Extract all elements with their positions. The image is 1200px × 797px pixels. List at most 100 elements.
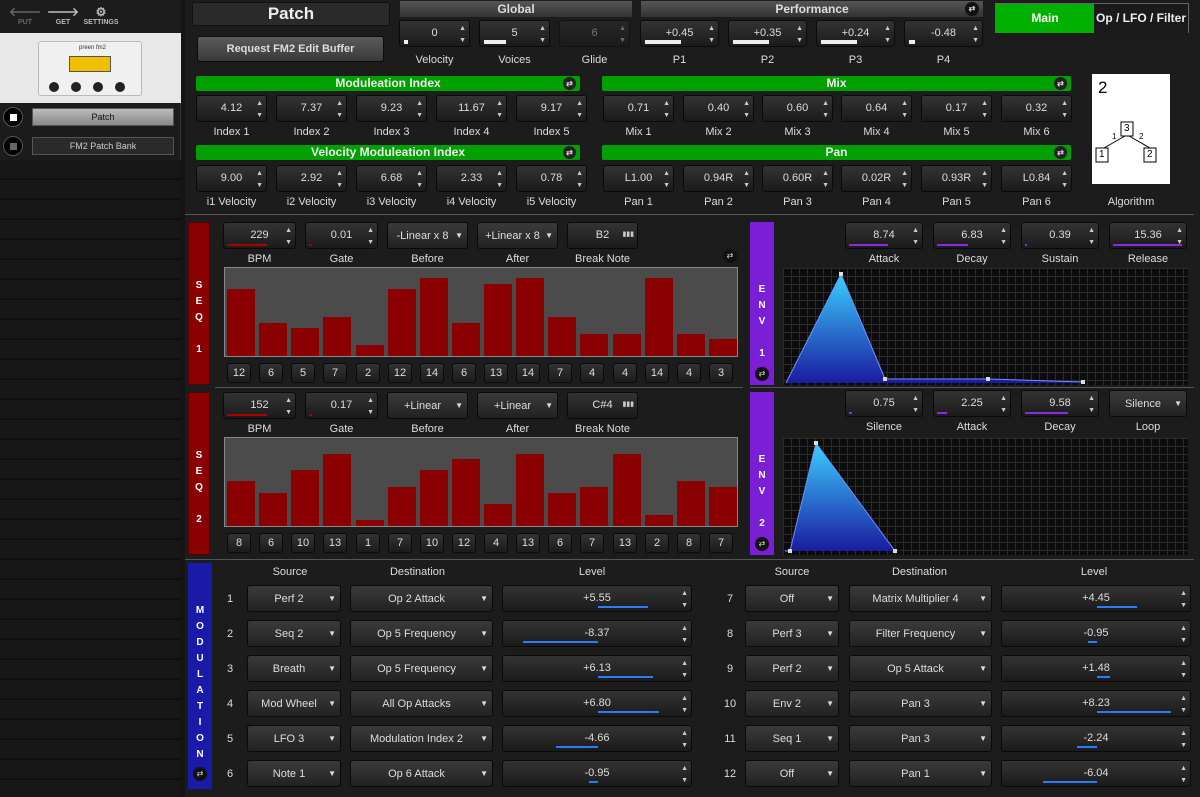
- mod_index-3[interactable]: 11.67 ▲ ▼: [436, 95, 507, 122]
- seq1-step-value[interactable]: 7: [323, 363, 347, 383]
- seq2-step-bar[interactable]: [452, 459, 480, 526]
- seq2-step-value[interactable]: 1: [356, 533, 380, 553]
- seq1-step-value[interactable]: 2: [356, 363, 380, 383]
- stepper-icon[interactable]: ▲ ▼: [336, 166, 343, 192]
- env2-decay[interactable]: 9.58 ▲ ▼: [1021, 390, 1099, 417]
- toggle-icon[interactable]: ⇄: [965, 2, 979, 16]
- seq2-step-value[interactable]: 7: [580, 533, 604, 553]
- mod-source-select[interactable]: Off ▼: [745, 760, 839, 787]
- mod-source-select[interactable]: Perf 2 ▼: [745, 655, 839, 682]
- stepper-icon[interactable]: ▲ ▼: [1180, 761, 1187, 787]
- seq1-step-value[interactable]: 14: [516, 363, 540, 383]
- seq1-step-bar[interactable]: [452, 323, 480, 356]
- mod-source-select[interactable]: Mod Wheel ▼: [247, 690, 341, 717]
- mix-0[interactable]: 0.71 ▲ ▼: [603, 95, 674, 122]
- mod-level[interactable]: +6.13 ▲ ▼: [502, 655, 692, 682]
- vel_index-0[interactable]: 9.00 ▲ ▼: [196, 165, 267, 192]
- toggle-icon[interactable]: ⇄: [755, 367, 769, 381]
- env2-loop[interactable]: Silence ▼: [1109, 390, 1187, 417]
- seq1-step-value[interactable]: 12: [227, 363, 251, 383]
- algorithm-diagram[interactable]: 2 3 1 1 2 2: [1092, 74, 1170, 184]
- mod-source-select[interactable]: Env 2 ▼: [745, 690, 839, 717]
- stepper-icon[interactable]: ▲ ▼: [416, 166, 423, 192]
- seq2-step-bar[interactable]: [323, 454, 351, 526]
- seq1-step-bar[interactable]: [323, 317, 351, 356]
- mix-1[interactable]: 0.40 ▲ ▼: [683, 95, 754, 122]
- toggle-icon[interactable]: ⇄: [755, 537, 769, 551]
- mod_index-2[interactable]: 9.23 ▲ ▼: [356, 95, 427, 122]
- tab-main[interactable]: Main: [996, 4, 1094, 33]
- stepper-icon[interactable]: ▮▮▮: [622, 223, 634, 247]
- seq2-step-bar[interactable]: [291, 470, 319, 526]
- stepper-icon[interactable]: ▲ ▼: [336, 96, 343, 122]
- mod-level[interactable]: -0.95 ▲ ▼: [502, 760, 692, 787]
- mod-destination-select[interactable]: Pan 3 ▼: [849, 690, 992, 717]
- mod-destination-select[interactable]: All Op Attacks ▼: [350, 690, 493, 717]
- seq1-break-note[interactable]: B2 ▮▮▮: [567, 222, 638, 249]
- mod-source-select[interactable]: Perf 2 ▼: [247, 585, 341, 612]
- seq1-step-value[interactable]: 14: [420, 363, 444, 383]
- stepper-icon[interactable]: ▲ ▼: [1180, 586, 1187, 612]
- seq1-step-bar[interactable]: [227, 289, 255, 356]
- stepper-icon[interactable]: ▲ ▼: [981, 166, 988, 192]
- mod-level[interactable]: +5.55 ▲ ▼: [502, 585, 692, 612]
- pan-0[interactable]: L1.00 ▲ ▼: [603, 165, 674, 192]
- stepper-icon[interactable]: ▲ ▼: [681, 586, 688, 612]
- mod-destination-select[interactable]: Op 5 Frequency ▼: [350, 620, 493, 647]
- mod-destination-select[interactable]: Pan 1 ▼: [849, 760, 992, 787]
- seq1-step-value[interactable]: 5: [291, 363, 315, 383]
- performance-p1[interactable]: +0.45 ▲ ▼: [640, 20, 719, 47]
- toggle-icon[interactable]: ⇄: [563, 146, 576, 159]
- stepper-icon[interactable]: ▲ ▼: [796, 21, 803, 47]
- stepper-icon[interactable]: ▲ ▼: [576, 166, 583, 192]
- stepper-icon[interactable]: ▲ ▼: [576, 96, 583, 122]
- toggle-icon[interactable]: ⇄: [723, 249, 737, 263]
- seq2-step-value[interactable]: 8: [227, 533, 251, 553]
- seq2-after[interactable]: +Linear ▼: [477, 392, 558, 419]
- stepper-icon[interactable]: ▲ ▼: [663, 166, 670, 192]
- seq1-step-bar[interactable]: [420, 278, 448, 356]
- seq1-step-bar[interactable]: [677, 334, 705, 356]
- seq2-step-area[interactable]: [224, 437, 738, 527]
- stepper-icon[interactable]: ▲ ▼: [619, 21, 626, 47]
- seq1-before[interactable]: -Linear x 8 ▼: [387, 222, 468, 249]
- seq1-step-bar[interactable]: [291, 328, 319, 356]
- seq1-step-bar[interactable]: [613, 334, 641, 356]
- seq1-step-bar[interactable]: [484, 284, 512, 356]
- stepper-icon[interactable]: ▲ ▼: [416, 96, 423, 122]
- stepper-icon[interactable]: ▲ ▼: [822, 96, 829, 122]
- stepper-icon[interactable]: ▲ ▼: [681, 726, 688, 752]
- mod-level[interactable]: +4.45 ▲ ▼: [1001, 585, 1191, 612]
- global-glide[interactable]: 6 ▲ ▼: [559, 20, 630, 47]
- mix-4[interactable]: 0.17 ▲ ▼: [921, 95, 992, 122]
- seq1-step-value[interactable]: 4: [613, 363, 637, 383]
- vel_index-1[interactable]: 2.92 ▲ ▼: [276, 165, 347, 192]
- toggle-icon[interactable]: ⇄: [563, 77, 576, 90]
- seq1-step-value[interactable]: 4: [677, 363, 701, 383]
- seq2-step-value[interactable]: 2: [645, 533, 669, 553]
- env2-attack[interactable]: 2.25 ▲ ▼: [933, 390, 1011, 417]
- mod_index-4[interactable]: 9.17 ▲ ▼: [516, 95, 587, 122]
- stepper-icon[interactable]: ▲ ▼: [912, 223, 919, 249]
- seq2-gate[interactable]: 0.17 ▲ ▼: [305, 392, 378, 419]
- seq1-step-value[interactable]: 14: [645, 363, 669, 383]
- seq2-step-bar[interactable]: [613, 454, 641, 526]
- stepper-icon[interactable]: ▲ ▼: [681, 761, 688, 787]
- stepper-icon[interactable]: ▲ ▼: [256, 96, 263, 122]
- mod_index-1[interactable]: 7.37 ▲ ▼: [276, 95, 347, 122]
- seq1-after[interactable]: +Linear x 8 ▼: [477, 222, 558, 249]
- env2-graph[interactable]: [783, 438, 1188, 555]
- stepper-icon[interactable]: ▲ ▼: [1000, 391, 1007, 417]
- vel_index-4[interactable]: 0.78 ▲ ▼: [516, 165, 587, 192]
- seq2-step-value[interactable]: 6: [259, 533, 283, 553]
- toggle-icon[interactable]: ⇄: [193, 767, 207, 781]
- mod-level[interactable]: -8.37 ▲ ▼: [502, 620, 692, 647]
- stepper-icon[interactable]: ▲ ▼: [681, 621, 688, 647]
- mod-destination-select[interactable]: Pan 3 ▼: [849, 725, 992, 752]
- mod-source-select[interactable]: LFO 3 ▼: [247, 725, 341, 752]
- stepper-icon[interactable]: ▲ ▼: [1180, 621, 1187, 647]
- stepper-icon[interactable]: ▲ ▼: [1061, 166, 1068, 192]
- stepper-icon[interactable]: ▲ ▼: [901, 166, 908, 192]
- stepper-icon[interactable]: ▲ ▼: [972, 21, 979, 47]
- stepper-icon[interactable]: ▲ ▼: [743, 96, 750, 122]
